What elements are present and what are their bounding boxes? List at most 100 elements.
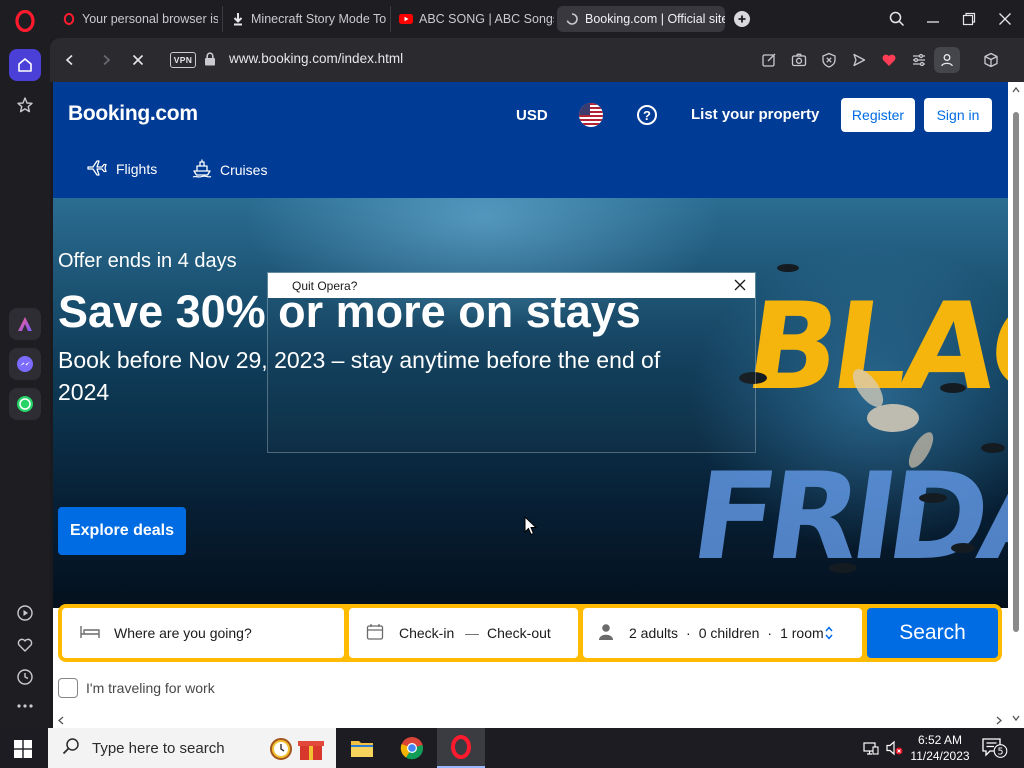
occupancy-separator: · [686, 625, 691, 641]
quit-dialog-title: Quit Opera? [292, 279, 358, 293]
quit-dialog: Quit Opera? [267, 272, 756, 453]
occupancy-field[interactable]: 2 adults · 0 children · 1 room [583, 608, 862, 658]
person-icon [597, 623, 629, 644]
new-tab-plus-icon[interactable] [734, 11, 750, 27]
search-button[interactable]: Search [867, 608, 998, 658]
occupancy-separator: · [767, 625, 773, 641]
opera-menu-icon[interactable] [12, 8, 38, 34]
close-window-icon[interactable] [994, 8, 1016, 30]
booking-logo[interactable]: Booking.com [68, 102, 198, 126]
windows-taskbar: Type here to search 6:52 AM 11/24/2023 5 [0, 728, 1024, 768]
clock-date: 11/24/2023 [910, 749, 970, 763]
work-travel-option[interactable]: I'm traveling for work [58, 678, 215, 698]
loading-icon [565, 12, 579, 26]
scroll-left-icon[interactable] [57, 716, 65, 725]
rooms-count: 1 room [780, 625, 824, 641]
check-in-label: Check-in [399, 625, 455, 641]
dates-field[interactable]: Check-in — Check-out [349, 608, 578, 658]
gift-clock-icon [270, 738, 324, 760]
close-icon[interactable] [733, 278, 747, 292]
scroll-right-icon[interactable] [995, 716, 1003, 725]
aria-ai-icon[interactable] [9, 308, 41, 340]
up-down-chevron-icon [824, 625, 848, 644]
horizontal-scrollbar[interactable] [53, 713, 1008, 728]
quit-dialog-titlebar: Quit Opera? [268, 273, 755, 298]
home-icon[interactable] [9, 49, 41, 81]
work-travel-checkbox[interactable] [58, 678, 78, 698]
url-field[interactable]: www.booking.com/index.html [229, 51, 403, 66]
page-viewport: Booking.com USD ? List your property Reg… [53, 82, 1008, 728]
whatsapp-icon[interactable] [9, 388, 41, 420]
vertical-scrollbar-thumb[interactable] [1013, 112, 1019, 632]
diver-figure [867, 404, 919, 432]
register-button[interactable]: Register [841, 98, 915, 132]
volume-muted-icon[interactable] [886, 740, 904, 761]
check-in[interactable]: Check-in [366, 623, 454, 644]
mouse-cursor-icon [524, 516, 538, 536]
help-question-icon[interactable]: ? [637, 105, 657, 125]
profile-icon[interactable] [934, 47, 960, 73]
vpn-badge[interactable]: VPN [170, 52, 196, 68]
vertical-scrollbar[interactable] [1008, 82, 1024, 728]
adblock-shield-icon[interactable] [819, 50, 839, 70]
minimize-icon[interactable] [922, 8, 944, 30]
offer-countdown: Offer ends in 4 days [58, 250, 237, 272]
clock-time: 6:52 AM [917, 733, 963, 747]
explore-deals-button[interactable]: Explore deals [58, 507, 186, 555]
taskbar-search-placeholder: Type here to search [92, 739, 225, 757]
extensions-cube-icon[interactable] [981, 50, 1001, 70]
black-friday-search-highlight[interactable] [268, 734, 326, 762]
calendar-icon [366, 623, 399, 644]
back-icon[interactable] [60, 50, 80, 70]
destination-field[interactable]: Where are you going? [62, 608, 344, 658]
send-flow-icon[interactable] [849, 50, 869, 70]
sign-in-button[interactable]: Sign in [924, 98, 992, 132]
restore-icon[interactable] [958, 8, 980, 30]
tab-abc-song[interactable]: ABC SONG | ABC Songs fo [390, 6, 554, 32]
windows-start-icon[interactable] [14, 740, 32, 763]
lock-icon[interactable] [204, 52, 216, 71]
dates-separator: — [465, 625, 479, 641]
address-bar: VPN www.booking.com/index.html [50, 38, 1024, 82]
us-flag-icon[interactable] [579, 103, 603, 127]
stop-loading-icon[interactable] [128, 50, 148, 70]
camera-snapshot-icon[interactable] [789, 50, 809, 70]
tab-label: Your personal browser is a [82, 12, 218, 26]
work-travel-label: I'm traveling for work [86, 680, 215, 696]
notifications-icon[interactable]: 5 [982, 738, 1008, 763]
opera-icon [62, 12, 76, 26]
chrome-icon[interactable] [388, 728, 436, 768]
tab-opera[interactable]: Your personal browser is a [54, 6, 218, 32]
check-out-label[interactable]: Check-out [487, 625, 551, 641]
tab-booking[interactable]: Booking.com | Official site [557, 6, 725, 32]
easy-setup-icon[interactable] [909, 50, 929, 70]
scroll-down-icon[interactable] [1012, 714, 1020, 722]
more-dots-icon[interactable] [9, 690, 41, 722]
adults-count: 2 adults [629, 625, 679, 641]
children-count: 0 children [698, 625, 760, 641]
file-explorer-icon[interactable] [338, 728, 386, 768]
player-icon[interactable] [9, 597, 41, 629]
bookmarks-star-icon[interactable] [9, 89, 41, 121]
taskbar-clock[interactable]: 6:52 AM 11/24/2023 [906, 732, 974, 764]
ship-icon [192, 158, 220, 181]
nav-flights[interactable]: Flights [86, 158, 157, 179]
notification-count: 5 [997, 746, 1003, 757]
tab-search-icon[interactable] [886, 8, 908, 30]
history-clock-icon[interactable] [9, 661, 41, 693]
tab-label: ABC SONG | ABC Songs fo [419, 12, 554, 26]
scroll-up-icon[interactable] [1012, 86, 1020, 94]
list-property-link[interactable]: List your property [691, 106, 819, 123]
my-flow-heart-icon[interactable] [879, 50, 899, 70]
opera-taskbar-icon[interactable] [437, 728, 485, 768]
tab-minecraft[interactable]: Minecraft Story Mode Tor [222, 6, 386, 32]
nav-cruises[interactable]: Cruises [192, 158, 267, 181]
tab-bar: Your personal browser is a Minecraft Sto… [50, 0, 1024, 38]
heart-icon[interactable] [9, 629, 41, 661]
share-edit-icon[interactable] [759, 50, 779, 70]
network-icon[interactable] [863, 740, 879, 761]
messenger-icon[interactable] [9, 348, 41, 380]
currency-selector[interactable]: USD [516, 107, 548, 124]
forward-icon[interactable] [96, 50, 116, 70]
nav-flights-label: Flights [116, 160, 158, 177]
